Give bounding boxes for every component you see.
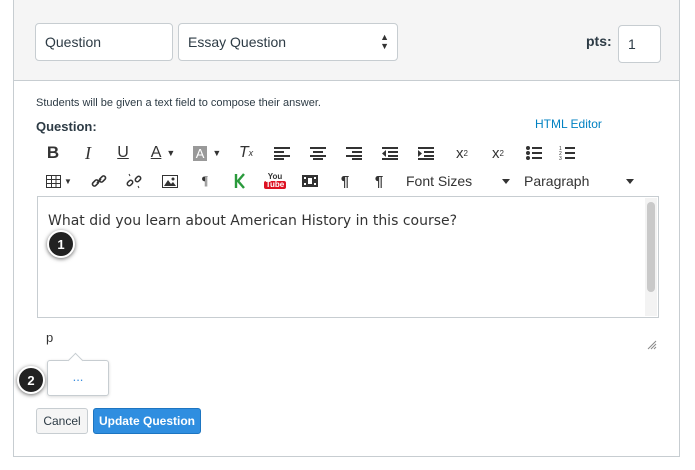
select-arrows-icon: ▲ ▼ <box>380 32 389 51</box>
element-path: p <box>46 330 54 345</box>
points-input[interactable]: 1 <box>618 25 661 63</box>
svg-text:3: 3 <box>559 156 562 160</box>
question-label: Question: <box>36 119 97 134</box>
question-type-value: Essay Question <box>188 34 287 50</box>
link-icon[interactable] <box>82 168 116 194</box>
cancel-button[interactable]: Cancel <box>36 408 88 434</box>
rtl-icon[interactable]: ¶ <box>362 168 396 194</box>
question-type-select[interactable]: Essay Question ▲ ▼ <box>178 23 398 61</box>
callout-badge-1: 1 <box>47 230 75 258</box>
chevron-down-icon <box>626 179 634 184</box>
unlink-icon[interactable] <box>116 168 152 194</box>
question-name-input[interactable]: Question <box>35 23 173 61</box>
youtube-icon[interactable]: You Tube <box>258 168 292 194</box>
question-form: Question Essay Question ▲ ▼ pts: 1 Studen… <box>13 0 680 457</box>
kaltura-icon[interactable] <box>222 168 258 194</box>
chevron-down-icon <box>502 179 510 184</box>
align-right-icon[interactable] <box>336 140 372 166</box>
media-icon[interactable] <box>292 168 328 194</box>
font-sizes-select[interactable]: Font Sizes <box>396 168 516 194</box>
align-center-icon[interactable] <box>300 140 336 166</box>
font-sizes-label: Font Sizes <box>406 173 473 189</box>
callout-badge-2: 2 <box>17 366 45 394</box>
editor-toolbar-row-2: ▼ ¶ You Tube ¶ ¶ Font Sizes Paragraph <box>36 168 640 194</box>
image-icon[interactable] <box>152 168 188 194</box>
indent-icon[interactable] <box>408 140 444 166</box>
superscript-icon[interactable]: x2 <box>444 140 480 166</box>
ltr-icon[interactable]: ¶ <box>328 168 362 194</box>
paragraph-select[interactable]: Paragraph <box>516 168 640 194</box>
question-header: Question Essay Question ▲ ▼ pts: 1 <box>14 0 679 81</box>
numbered-list-icon[interactable]: 123 <box>552 140 582 166</box>
editor-content[interactable]: What did you learn about American Histor… <box>48 213 457 229</box>
underline-icon[interactable]: U <box>106 140 140 166</box>
editor-scrollbar-thumb[interactable] <box>647 202 655 292</box>
more-options-popup[interactable]: ... <box>47 360 109 396</box>
text-color-icon[interactable]: A ▼ <box>140 140 186 166</box>
paragraph-label: Paragraph <box>524 173 590 189</box>
clear-formatting-icon[interactable]: Tx <box>228 140 264 166</box>
outdent-icon[interactable] <box>372 140 408 166</box>
italic-icon[interactable]: I <box>70 140 106 166</box>
bullet-list-icon[interactable] <box>516 140 552 166</box>
editor-toolbar-row-1: B I U A ▼ A ▼ Tx x2 x2 123 <box>36 140 582 166</box>
subscript-icon[interactable]: x2 <box>480 140 516 166</box>
background-color-icon[interactable]: A ▼ <box>186 140 228 166</box>
bold-icon[interactable]: B <box>36 140 70 166</box>
table-icon[interactable]: ▼ <box>36 168 82 194</box>
update-question-button[interactable]: Update Question <box>93 408 201 434</box>
youtube-bottom-text: Tube <box>263 180 287 189</box>
align-left-icon[interactable] <box>264 140 300 166</box>
points-label: pts: <box>586 33 612 49</box>
rich-text-editor[interactable]: What did you learn about American Histor… <box>37 196 659 318</box>
resize-handle-icon[interactable] <box>647 340 657 350</box>
html-editor-link[interactable]: HTML Editor <box>535 117 602 131</box>
question-note: Students will be given a text field to c… <box>36 97 321 109</box>
equation-icon[interactable]: ¶ <box>188 168 222 194</box>
